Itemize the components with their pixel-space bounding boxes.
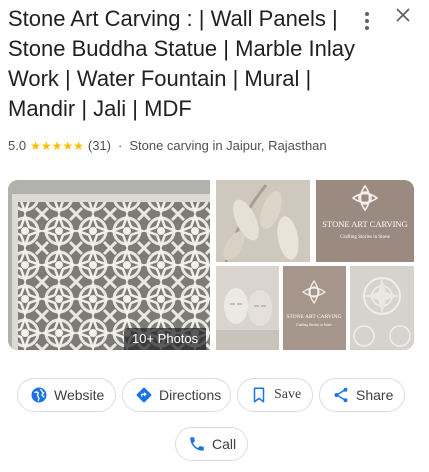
rating-row: 5.0 ★★★★★ (31) · Stone carving in Jaipur… xyxy=(8,138,327,153)
directions-button[interactable]: Directions xyxy=(122,378,231,412)
business-category: Stone carving in Jaipur, Rajasthan xyxy=(129,138,327,153)
share-button[interactable]: Share xyxy=(319,378,405,412)
more-options-icon[interactable] xyxy=(358,10,376,32)
phone-icon xyxy=(190,437,204,451)
photo-buddha-statues[interactable] xyxy=(216,266,279,350)
photos-count-badge[interactable]: 10+ Photos xyxy=(124,328,207,350)
directions-icon xyxy=(136,387,152,403)
photo-round-panel[interactable] xyxy=(350,266,414,350)
call-button[interactable]: Call xyxy=(175,427,248,461)
share-label: Share xyxy=(356,387,394,403)
brand-name-text: STONE ART CARVING xyxy=(322,219,407,229)
star-rating-icon: ★★★★★ xyxy=(30,138,84,153)
photo-leaf-panel[interactable] xyxy=(216,180,310,262)
photo-brand-logo[interactable]: STONE ART CARVING Crafting Stories in St… xyxy=(316,180,414,262)
photo-brand-logo-2[interactable]: STONE ART CARVING Crafting Stories in St… xyxy=(283,266,346,350)
brand-name-text-2: STONE ART CARVING xyxy=(286,314,341,320)
close-icon[interactable] xyxy=(392,4,414,26)
website-button[interactable]: Website xyxy=(17,378,116,412)
save-label: Save xyxy=(274,387,302,402)
rating-value: 5.0 xyxy=(8,138,27,153)
main-photo[interactable] xyxy=(8,180,210,350)
globe-icon xyxy=(31,387,47,403)
brand-tagline-text-2: Crafting Stories in Stone xyxy=(296,323,332,327)
review-count[interactable]: (31) xyxy=(88,138,111,153)
brand-tagline-text: Crafting Stories in Stone xyxy=(340,235,390,240)
save-button[interactable]: Save xyxy=(237,378,313,412)
share-icon xyxy=(334,387,348,403)
call-label: Call xyxy=(212,436,237,452)
business-title: Stone Art Carving : | Wall Panels | Ston… xyxy=(8,6,355,121)
separator-dot: · xyxy=(118,138,123,153)
directions-label: Directions xyxy=(159,387,222,403)
bookmark-icon xyxy=(253,387,265,403)
website-label: Website xyxy=(54,387,105,403)
